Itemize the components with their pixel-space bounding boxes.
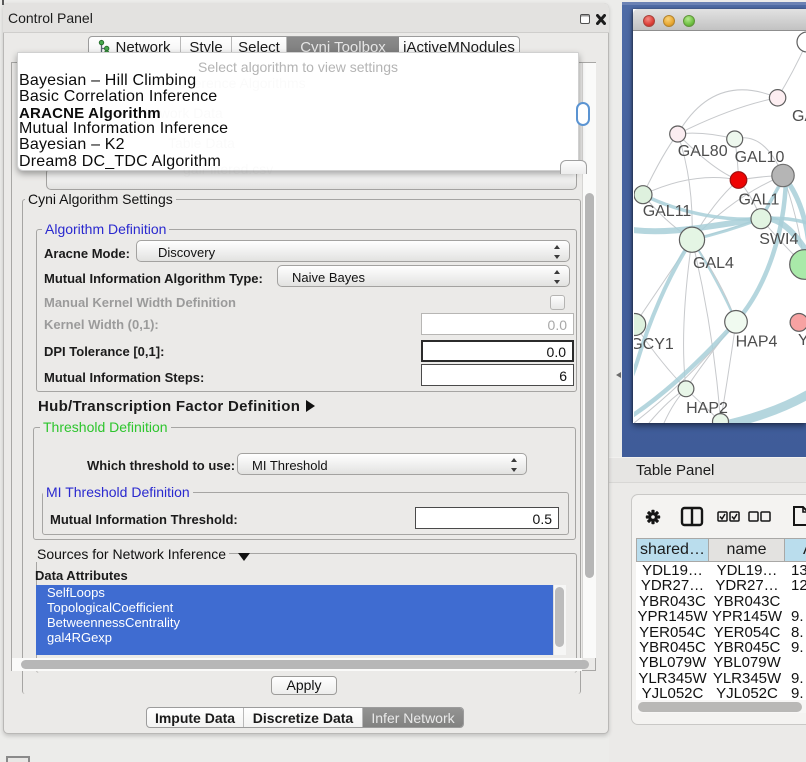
svg-text:GAL80: GAL80 <box>678 143 728 160</box>
svg-text:Y: Y <box>798 332 806 349</box>
svg-text:HAP4: HAP4 <box>736 334 778 351</box>
svg-text:GAL11: GAL11 <box>643 203 692 220</box>
svg-text:GAL1: GAL1 <box>739 192 780 209</box>
svg-text:GAL10: GAL10 <box>735 149 785 166</box>
svg-text:SWI4: SWI4 <box>759 231 798 248</box>
svg-text:GAL: GAL <box>792 108 806 125</box>
svg-text:GCY1: GCY1 <box>634 336 674 353</box>
svg-text:GAL4: GAL4 <box>693 255 734 272</box>
svg-text:HAP2: HAP2 <box>686 400 728 417</box>
